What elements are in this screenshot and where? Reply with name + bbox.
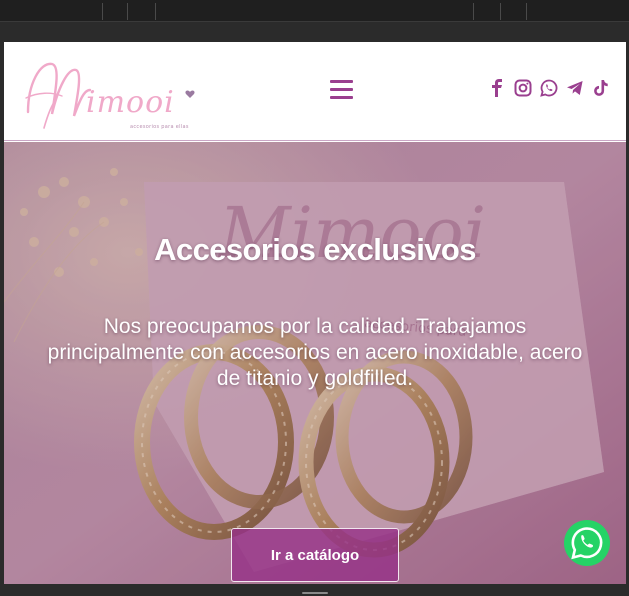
hamburger-menu-icon[interactable]	[330, 80, 353, 99]
toolbar-divider	[526, 3, 527, 20]
instagram-icon[interactable]	[514, 79, 532, 97]
svg-text:imooi: imooi	[86, 85, 175, 120]
toolbar-divider	[500, 3, 501, 20]
social-links	[488, 79, 610, 97]
logo-tagline: accesorios para ellas	[130, 124, 189, 130]
toolbar-divider	[155, 3, 156, 20]
logo-script: imooi	[25, 62, 195, 129]
site-header: imooi accesorios para ellas	[4, 42, 626, 141]
telegram-icon[interactable]	[566, 79, 584, 97]
site-preview: imooi accesorios para ellas Mimooi acces…	[4, 42, 626, 584]
hero-title: Accesorios exclusivos	[154, 232, 476, 267]
hero-description: Nos preocupamos por la calidad. Trabajam…	[47, 315, 583, 390]
facebook-icon[interactable]	[488, 79, 506, 97]
catalog-button[interactable]: Ir a catálogo	[231, 528, 399, 582]
brand-logo[interactable]: imooi accesorios para ellas	[22, 54, 202, 130]
resize-handle[interactable]	[302, 592, 328, 594]
editor-toolbar	[0, 0, 629, 22]
editor-bottom-bar	[0, 584, 629, 596]
whatsapp-float-icon[interactable]	[562, 518, 612, 568]
toolbar-divider	[473, 3, 474, 20]
toolbar-divider	[102, 3, 103, 20]
toolbar-divider	[127, 3, 128, 20]
whatsapp-icon[interactable]	[540, 79, 558, 97]
editor-band	[0, 22, 629, 42]
hero-section: Mimooi accesorios para Accesorios exclus…	[4, 142, 626, 584]
tiktok-icon[interactable]	[592, 79, 610, 97]
